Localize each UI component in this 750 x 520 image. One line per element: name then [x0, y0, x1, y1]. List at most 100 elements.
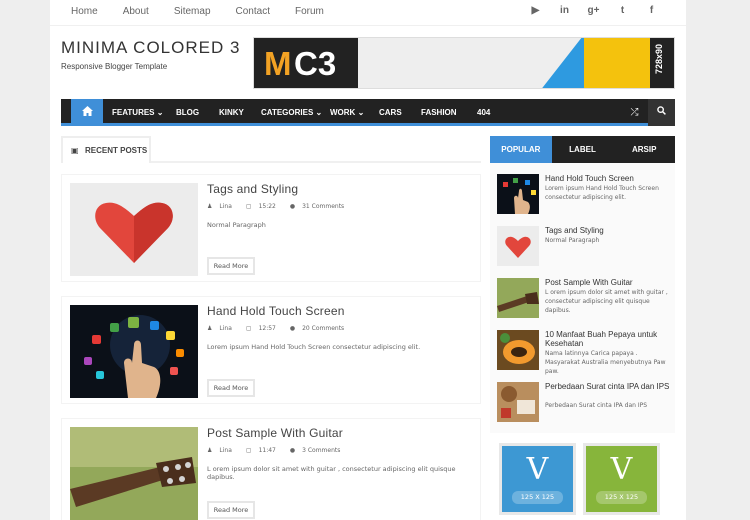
post-author[interactable]: ♟ Lina [207, 325, 239, 332]
nav-item-404[interactable]: 404 [477, 99, 490, 126]
calendar-icon: ▢ [245, 325, 252, 332]
comment-icon: ● [289, 325, 296, 332]
sidebar-item-title[interactable]: Perbedaan Surat cinta IPA dan IPS [545, 382, 675, 391]
sidebar-item-title[interactable]: 10 Manfaat Buah Pepaya untuk Kesehatan [545, 330, 675, 348]
ad-125-green[interactable]: V 125 X 125 [583, 443, 660, 515]
facebook-icon[interactable]: f [637, 5, 666, 16]
nav-item-features-label: FEATURES [112, 108, 155, 117]
read-more-button[interactable]: Read More [207, 501, 255, 519]
post-comments[interactable]: ● 20 Comments [290, 325, 351, 332]
sidebar-thumbnail[interactable] [497, 382, 539, 422]
calendar-icon: ▢ [245, 447, 252, 454]
banner-ad[interactable]: M C3 728x90 [253, 37, 675, 89]
sidebar-thumbnail[interactable] [497, 278, 539, 318]
sidebar-item-title[interactable]: Tags and Styling [545, 226, 675, 235]
nav-item-cars[interactable]: CARS [379, 99, 402, 126]
user-icon: ♟ [207, 203, 213, 210]
top-link-home[interactable]: Home [71, 6, 98, 17]
post-snippet: Normal Paragraph [207, 221, 266, 229]
nav-item-blog-label: BLOG [176, 108, 200, 117]
post-comments-count: 20 Comments [302, 325, 345, 332]
banner-logo-c3: C3 [294, 45, 337, 82]
post-time: ▢ 15:22 [246, 203, 283, 210]
top-link-about[interactable]: About [123, 6, 149, 17]
post-thumbnail-guitar[interactable] [70, 427, 198, 520]
comment-icon: ● [289, 203, 296, 210]
post-thumbnail-heart[interactable] [70, 183, 198, 276]
googleplus-icon[interactable]: g+ [579, 5, 608, 16]
top-link-contact[interactable]: Contact [236, 6, 270, 17]
sidebar-thumbnail[interactable] [497, 330, 539, 370]
post-title[interactable]: Tags and Styling [207, 182, 298, 196]
banner-logo-m: M [264, 45, 292, 82]
post-comments[interactable]: ● 31 Comments [290, 203, 351, 210]
sidebar-thumbnail[interactable] [497, 226, 539, 266]
post-title[interactable]: Post Sample With Guitar [207, 426, 343, 440]
chevron-down-icon: ⌄ [315, 108, 323, 117]
shuffle-icon[interactable]: ⤮ [621, 99, 648, 126]
sidebar-item-text: Lorem ipsum Hand Hold Touch Screen conse… [545, 185, 659, 201]
twitter-icon[interactable]: t [608, 5, 637, 16]
nav-item-categories-label: CATEGORIES [261, 108, 314, 117]
post-meta: ♟ Lina ▢ 12:57 ● 20 Comments [207, 325, 358, 332]
site-description: Responsive Blogger Template [61, 62, 168, 71]
list-item[interactable]: Post Sample With Guitar L orem ipsum dol… [497, 278, 672, 323]
sidebar-thumbnail[interactable] [497, 174, 539, 214]
chevron-down-icon: ⌄ [156, 108, 164, 117]
nav-item-fashion[interactable]: FASHION [421, 99, 457, 126]
sidebar-item-title[interactable]: Hand Hold Touch Screen [545, 174, 675, 183]
comment-icon: ● [289, 447, 296, 454]
social-links: ▶ in g+ t f [521, 5, 666, 16]
sidebar-item-text: Perbedaan Surat cinta IPA dan IPS [545, 402, 648, 409]
tab-label[interactable]: LABEL [552, 136, 614, 163]
read-more-button[interactable]: Read More [207, 257, 255, 275]
ad-125-blue[interactable]: V 125 X 125 [499, 443, 576, 515]
post-snippet: Lorem ipsum Hand Hold Touch Screen conse… [207, 343, 421, 351]
list-item[interactable]: Perbedaan Surat cinta IPA dan IPS Perbed… [497, 382, 672, 427]
nav-item-blog[interactable]: BLOG [176, 99, 199, 126]
post-thumbnail-touch[interactable] [70, 305, 198, 398]
list-item[interactable]: Hand Hold Touch Screen Lorem ipsum Hand … [497, 174, 672, 219]
nav-item-features[interactable]: FEATURES ⌄ [112, 99, 163, 126]
banner-size-strip: 728x90 [650, 38, 674, 88]
home-icon[interactable] [71, 99, 103, 126]
list-item[interactable]: Tags and Styling Normal Paragraph [497, 226, 672, 271]
nav-item-404-label: 404 [477, 108, 491, 117]
top-bar: Home About Sitemap Contact Forum ▶ in g+… [50, 0, 686, 26]
site-title[interactable]: MINIMA COLORED 3 [61, 38, 240, 58]
nav-item-work[interactable]: WORK ⌄ [330, 99, 364, 126]
top-link-sitemap[interactable]: Sitemap [174, 6, 211, 17]
sidebar-item-title[interactable]: Post Sample With Guitar [545, 278, 675, 287]
post-author[interactable]: ♟ Lina [207, 447, 239, 454]
post-author-name: Lina [219, 325, 232, 332]
linkedin-icon[interactable]: in [550, 5, 579, 16]
banner-yellow-shape [584, 38, 654, 88]
nav-item-categories[interactable]: CATEGORIES ⌄ [261, 99, 322, 126]
post-meta: ♟ Lina ▢ 15:22 ● 31 Comments [207, 203, 358, 210]
post-card: Hand Hold Touch Screen ♟ Lina ▢ 12:57 ● 20 … [61, 296, 481, 404]
post-card: Post Sample With Guitar ♟ Lina ▢ 11:47 ● 3 … [61, 418, 481, 520]
banner-logo: M C3 [254, 38, 358, 88]
main-nav: FEATURES ⌄ BLOG KINKY CATEGORIES ⌄ WORK … [61, 99, 675, 126]
tab-popular[interactable]: POPULAR [490, 136, 552, 163]
user-icon: ♟ [207, 447, 213, 454]
read-more-button[interactable]: Read More [207, 379, 255, 397]
calendar-icon: ▢ [245, 203, 252, 210]
post-title[interactable]: Hand Hold Touch Screen [207, 304, 345, 318]
post-time-value: 11:47 [258, 447, 276, 454]
post-author[interactable]: ♟ Lina [207, 203, 239, 210]
post-comments-count: 31 Comments [302, 203, 345, 210]
post-snippet: L orem ipsum dolor sit amet with guitar … [207, 465, 456, 481]
tab-arsip[interactable]: ARSIP [613, 136, 675, 163]
page: Home About Sitemap Contact Forum ▶ in g+… [50, 0, 686, 520]
nav-item-cars-label: CARS [379, 108, 402, 117]
ad-size-label: 125 X 125 [512, 491, 563, 504]
post-comments[interactable]: ● 3 Comments [290, 447, 348, 454]
nav-item-fashion-label: FASHION [421, 108, 457, 117]
top-link-forum[interactable]: Forum [295, 6, 324, 17]
youtube-icon[interactable]: ▶ [521, 5, 550, 16]
list-item[interactable]: 10 Manfaat Buah Pepaya untuk Kesehatan N… [497, 330, 672, 375]
nav-item-kinky[interactable]: KINKY [219, 99, 244, 126]
post-comments-count: 3 Comments [302, 447, 341, 454]
search-icon[interactable] [648, 99, 675, 126]
